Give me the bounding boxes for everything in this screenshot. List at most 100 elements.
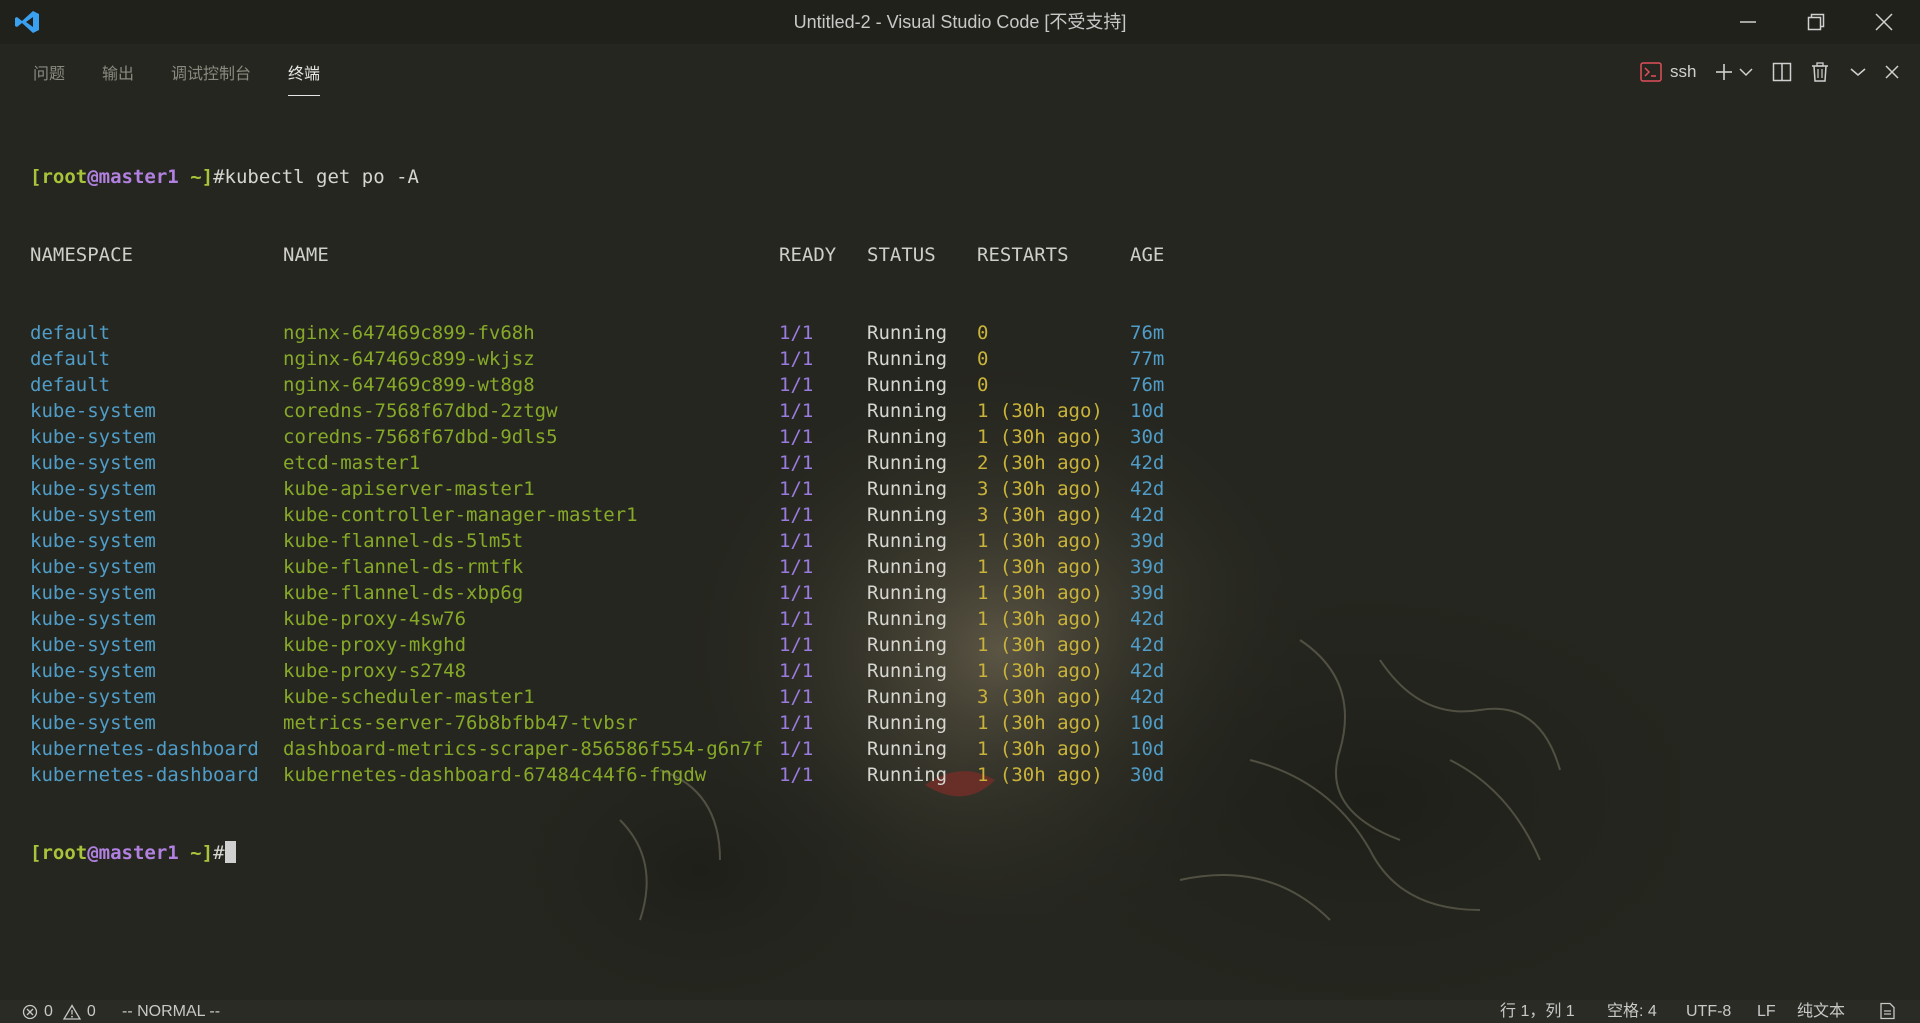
pod-restarts: 1 (30h ago) [977,634,1103,656]
pod-status: Running [867,712,948,734]
table-row: default nginx-647469c899-wt8g8 1/1 Running 0… [30,372,1890,398]
table-row: kube-system kube-flannel-ds-5lm5t 1/1 Runni… [30,528,1890,554]
pod-age: 42d [1130,634,1165,656]
pod-namespace: kube-system [30,686,156,708]
pod-status: Running [867,322,948,344]
close-icon [1875,13,1893,31]
pod-ready: 1/1 [779,504,814,526]
table-row: kube-system kube-flannel-ds-rmtfk 1/1 Runni… [30,554,1890,580]
pod-ready: 1/1 [779,374,814,396]
status-bar: 0 0 -- NORMAL -- 行 1，列 1 空格: 4 UTF-8 LF … [0,1000,1920,1023]
tab-debug-console[interactable]: 调试控制台 [171,60,251,90]
pod-restarts: 1 (30h ago) [977,764,1103,786]
pod-status: Running [867,400,948,422]
problems-indicator[interactable]: 0 0 [22,1002,96,1022]
chevron-down-icon [1739,68,1753,77]
pod-restarts: 1 (30h ago) [977,738,1103,760]
minimize-button[interactable] [1714,0,1782,44]
pod-status: Running [867,556,948,578]
table-row: kube-system kube-proxy-s2748 1/1 Running 1 (… [30,658,1890,684]
pod-ready: 1/1 [779,452,814,474]
pod-ready: 1/1 [779,660,814,682]
pod-status: Running [867,634,948,656]
plus-icon [1716,64,1732,80]
pod-restarts: 1 (30h ago) [977,400,1103,422]
indentation[interactable]: 空格: 4 [1607,1002,1657,1022]
pod-status: Running [867,504,948,526]
tab-problems[interactable]: 问题 [33,60,65,90]
language-mode[interactable]: 纯文本 [1797,1002,1845,1022]
pod-namespace: kube-system [30,504,156,526]
pod-namespace: kube-system [30,660,156,682]
pod-namespace: kube-system [30,478,156,500]
pod-age: 39d [1130,556,1165,578]
table-row: kube-system kube-proxy-mkghd 1/1 Running 1 (… [30,632,1890,658]
trash-icon [1812,62,1828,82]
pod-namespace: default [30,322,111,344]
cursor-position[interactable]: 行 1，列 1 [1500,1002,1575,1022]
title-bar: Untitled-2 - Visual Studio Code [不受支持] [0,0,1920,44]
pod-restarts: 0 [977,348,989,370]
pod-name: kube-scheduler-master1 [283,686,535,708]
maximize-panel-button[interactable] [1846,58,1870,86]
pod-namespace: kube-system [30,608,156,630]
tab-terminal[interactable]: 终端 [288,60,321,96]
pod-namespace: kube-system [30,556,156,578]
pod-age: 10d [1130,738,1165,760]
pod-ready: 1/1 [779,322,814,344]
feedback-button[interactable] [1878,1002,1896,1023]
pod-ready: 1/1 [779,530,814,552]
pod-namespace: kube-system [30,712,156,734]
chevron-down-icon [1850,68,1866,76]
header-status: STATUS [867,244,936,266]
pod-status: Running [867,452,948,474]
pod-name: coredns-7568f67dbd-9dls5 [283,426,558,448]
pod-name: kube-apiserver-master1 [283,478,535,500]
pod-restarts: 2 (30h ago) [977,452,1103,474]
encoding[interactable]: UTF-8 [1686,1002,1731,1022]
pod-status: Running [867,478,948,500]
table-row: kube-system kube-flannel-ds-xbp6g 1/1 Runni… [30,580,1890,606]
pod-ready: 1/1 [779,608,814,630]
table-row: kube-system coredns-7568f67dbd-9dls5 1/1 Ru… [30,424,1890,450]
end-of-line[interactable]: LF [1757,1002,1776,1022]
pod-ready: 1/1 [779,556,814,578]
terminal-profile-dropdown[interactable] [1736,58,1756,86]
restore-button[interactable] [1782,0,1850,44]
table-row: kube-system coredns-7568f67dbd-2ztgw 1/1 Ru… [30,398,1890,424]
error-count: 0 [44,1003,53,1020]
warning-icon [62,1004,81,1020]
kill-terminal-button[interactable] [1806,58,1834,86]
pod-ready: 1/1 [779,764,814,786]
pod-restarts: 3 (30h ago) [977,478,1103,500]
pod-name: etcd-master1 [283,452,421,474]
minimize-icon [1740,21,1756,23]
pod-restarts: 0 [977,374,989,396]
pod-ready: 1/1 [779,738,814,760]
terminal-selector[interactable]: ssh [1640,58,1720,86]
pod-age: 42d [1130,504,1165,526]
table-row: kube-system kube-controller-manager-maste… [30,502,1890,528]
close-window-button[interactable] [1850,0,1918,44]
pod-age: 39d [1130,530,1165,552]
terminal-output[interactable]: [root@master1 ~]#kubectl get po -A NAMES… [30,112,1890,892]
pod-namespace: kube-system [30,582,156,604]
pod-status: Running [867,686,948,708]
header-age: AGE [1130,244,1165,266]
pod-status: Running [867,582,948,604]
close-panel-button[interactable] [1880,58,1904,86]
terminal-name: ssh [1670,62,1697,81]
new-terminal-button[interactable] [1710,58,1738,86]
pod-status: Running [867,426,948,448]
pod-status: Running [867,348,948,370]
split-terminal-button[interactable] [1768,58,1796,86]
prompt-end: # [213,842,225,864]
pod-ready: 1/1 [779,400,814,422]
pod-age: 10d [1130,400,1165,422]
pod-restarts: 3 (30h ago) [977,686,1103,708]
pod-restarts: 1 (30h ago) [977,556,1103,578]
tab-output[interactable]: 输出 [102,60,134,90]
table-header: NAMESPACE NAME READY STATUS RESTARTS AGE [30,242,1890,268]
pod-namespace: kube-system [30,530,156,552]
pod-name: nginx-647469c899-wkjsz [283,348,535,370]
